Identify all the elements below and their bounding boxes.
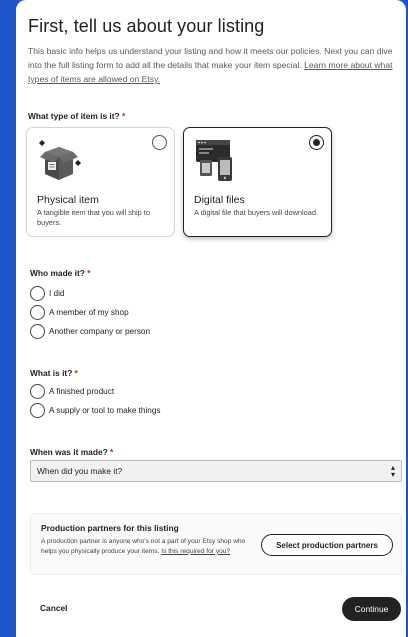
- production-partners-title: Production partners for this listing: [41, 523, 179, 533]
- required-mark: *: [110, 447, 114, 457]
- intro-text: This basic info helps us understand your…: [28, 44, 398, 86]
- who-made-option-i-did[interactable]: I did: [30, 285, 64, 301]
- what-is-option-finished[interactable]: A finished product: [30, 383, 114, 399]
- production-partners-section: Production partners for this listing A p…: [30, 513, 402, 575]
- page-title: First, tell us about your listing: [28, 16, 265, 36]
- what-is-label-text: What is it?: [30, 368, 73, 378]
- select-arrows-icon: ▴ ▾: [390, 463, 395, 479]
- required-mark: *: [87, 268, 91, 278]
- who-made-option-other[interactable]: Another company or person: [30, 323, 150, 339]
- option-label: A supply or tool to make things: [49, 405, 161, 415]
- option-label: A finished product: [49, 386, 115, 396]
- option-label: I did: [49, 288, 65, 298]
- listing-dialog: First, tell us about your listing This b…: [16, 0, 406, 637]
- who-made-label-text: Who made it?: [30, 268, 85, 278]
- when-made-label-text: When was it made?: [30, 447, 108, 457]
- what-is-option-supply[interactable]: A supply or tool to make things: [30, 402, 161, 418]
- item-type-label: What type of item is it? *: [28, 111, 125, 121]
- digital-files-description: A digital file that buyers will download…: [194, 208, 319, 217]
- digital-files-radio[interactable]: [309, 135, 324, 150]
- what-is-label: What is it? *: [30, 368, 78, 378]
- who-made-option-member[interactable]: A member of my shop: [30, 304, 129, 320]
- when-made-label: When was it made? *: [30, 447, 113, 457]
- required-info-link[interactable]: Is this required for you?: [161, 548, 230, 555]
- cancel-button[interactable]: Cancel: [40, 603, 67, 613]
- option-label: Another company or person: [49, 326, 151, 336]
- select-production-partners-button[interactable]: Select production partners: [261, 534, 393, 556]
- continue-button[interactable]: Continue: [342, 597, 401, 621]
- radio-circle[interactable]: [30, 383, 45, 399]
- digital-files-card[interactable]: Digital files A digital file that buyers…: [183, 127, 332, 237]
- required-mark: *: [122, 111, 126, 121]
- required-mark: *: [74, 368, 78, 378]
- who-made-label: Who made it? *: [30, 268, 91, 278]
- option-label: A member of my shop: [49, 307, 129, 317]
- physical-item-title: Physical item: [37, 194, 99, 206]
- package-icon: [37, 138, 85, 191]
- digital-files-title: Digital files: [194, 194, 245, 206]
- item-type-label-text: What type of item is it?: [28, 111, 120, 121]
- digital-files-icon: [194, 138, 242, 191]
- production-partners-description: A production partner is anyone who's not…: [41, 537, 259, 556]
- physical-item-card[interactable]: Physical item A tangible item that you w…: [26, 127, 175, 237]
- when-made-select[interactable]: When did you make it? ▴ ▾: [30, 460, 402, 482]
- physical-item-radio[interactable]: [152, 135, 167, 150]
- radio-circle[interactable]: [30, 285, 45, 301]
- radio-circle[interactable]: [30, 323, 45, 339]
- physical-item-description: A tangible item that you will ship to bu…: [37, 208, 150, 227]
- radio-circle[interactable]: [30, 402, 45, 418]
- radio-circle[interactable]: [30, 304, 45, 320]
- when-made-selected-value: When did you make it?: [37, 466, 123, 476]
